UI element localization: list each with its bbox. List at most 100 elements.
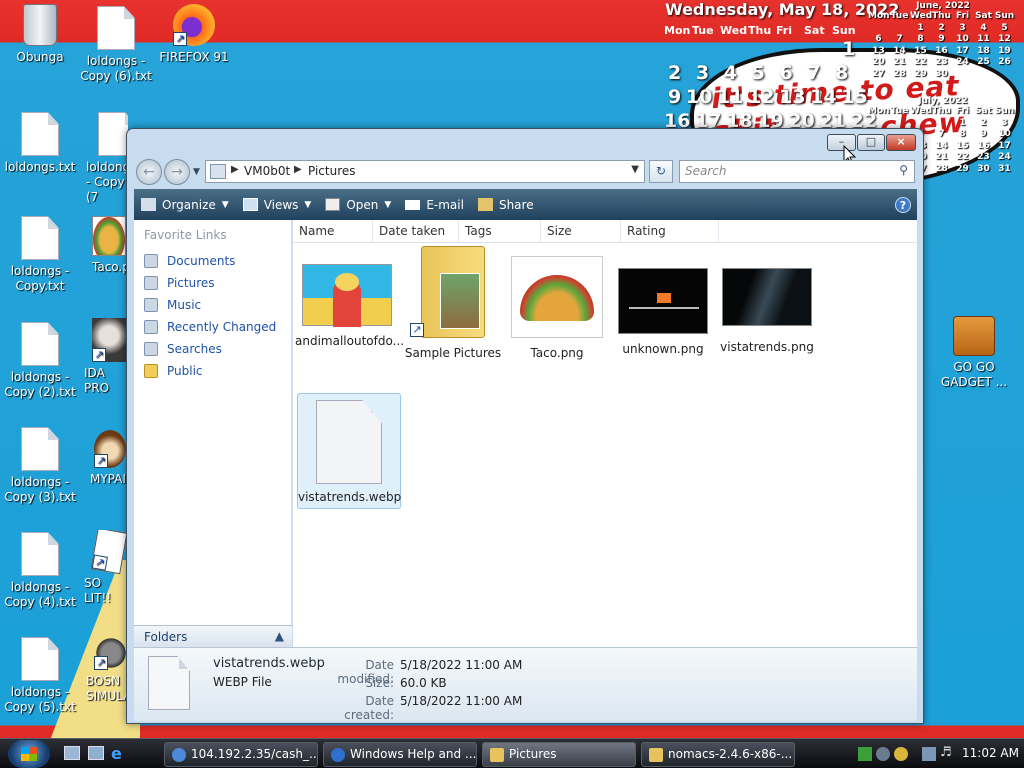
network-icon[interactable]	[922, 747, 936, 761]
mini-calendar-day: 20	[872, 57, 885, 67]
tray-app-icon[interactable]	[858, 747, 872, 761]
mini-calendar-day: 15	[956, 140, 969, 151]
task-browser[interactable]: 104.192.2.35/cash_...	[164, 742, 318, 767]
shortcut-arrow-icon: ↗	[173, 32, 187, 46]
recent-pages-icon[interactable]: ▼	[193, 167, 200, 177]
mini-calendar-weekday: Tue	[890, 106, 909, 116]
desktop-icon-firefox[interactable]: ↗ FIREFOX 91	[154, 4, 234, 65]
nav-recently-changed[interactable]: Recently Changed	[134, 316, 291, 338]
task-nomacs[interactable]: nomacs-2.4.6-x86-...	[641, 742, 795, 767]
ida-pro-icon: ↗	[92, 318, 126, 362]
file-item[interactable]: unknown.png	[611, 268, 715, 356]
details-pane: vistatrends.webp WEBP File Date modified…	[134, 647, 917, 722]
desktop-icon-mypaint[interactable]: ↗ MYPAI	[84, 430, 126, 487]
mini-calendar-day: 3	[959, 22, 966, 33]
desktop-icon-so-lit[interactable]: ↗ SO LIT!!	[80, 530, 126, 606]
desktop-icon-text-file[interactable]: loldongs - Copy (6).txt	[76, 6, 156, 84]
task-windows-help[interactable]: Windows Help and ...	[323, 742, 477, 767]
desktop-icon-gadget[interactable]: GO GO GADGET ...	[934, 316, 1014, 390]
mini-calendar-day	[889, 23, 910, 35]
share-button[interactable]: Share	[471, 189, 541, 220]
mini-calendar-day: 17	[956, 45, 969, 56]
breadcrumb-vm0b0t[interactable]: VM0b0t	[244, 164, 290, 178]
back-button[interactable]: ←	[136, 159, 162, 185]
nav-searches[interactable]: Searches	[134, 338, 291, 360]
desktop-icon-text-file[interactable]: loldongs - Copy.txt	[0, 216, 80, 294]
briefcase-icon	[953, 316, 995, 356]
desktop-icon-text-file[interactable]: loldongs - Copy (5).txt	[0, 637, 80, 715]
file-item[interactable]: vistatrends.png	[715, 268, 819, 354]
desktop-icon-text-file[interactable]: loldongs.txt	[0, 112, 80, 175]
shortcut-arrow-icon: ↗	[92, 348, 106, 362]
file-item[interactable]: ↗ Sample Pictures	[401, 246, 505, 360]
desktop-icon-ida-pro[interactable]: ↗ IDA PRO	[80, 318, 126, 396]
folders-toggle[interactable]: Folders ▲	[134, 625, 292, 647]
breadcrumb-arrow-icon: ▶	[294, 164, 302, 175]
mini-calendar-weekday: Sun	[994, 11, 1015, 21]
internet-explorer-icon[interactable]: e	[111, 744, 122, 763]
music-icon	[144, 298, 158, 312]
text-file-icon	[98, 112, 128, 156]
breadcrumb-pictures[interactable]: Pictures	[308, 164, 356, 178]
mini-calendar-day: 29	[914, 68, 927, 79]
text-file-icon	[21, 322, 59, 366]
mini-calendar-day: 30	[977, 163, 990, 174]
desktop-icon-text-file[interactable]: loldongs - Copy (7	[78, 112, 128, 205]
maximize-button[interactable]: □	[857, 134, 885, 151]
desktop-icon-bosn[interactable]: ↗ BOSN SIMULA	[82, 636, 126, 704]
close-button[interactable]: ×	[886, 134, 916, 151]
email-button[interactable]: E-mail	[398, 189, 471, 220]
tray-alert-icon[interactable]	[894, 747, 908, 761]
clock[interactable]: 11:02 AM	[962, 746, 1019, 760]
nav-public[interactable]: Public	[134, 360, 291, 382]
volume-icon[interactable]: ♬	[940, 745, 952, 760]
mini-calendar-day: 10	[998, 129, 1011, 139]
desktop-icon-text-file[interactable]: loldongs - Copy (4).txt	[0, 532, 80, 610]
taco-thumbnail	[511, 256, 603, 338]
open-button[interactable]: Open ▼	[318, 189, 398, 220]
text-file-icon	[21, 216, 59, 260]
column-size[interactable]: Size	[541, 220, 621, 242]
search-input[interactable]: Search ⚲	[679, 160, 915, 183]
favorite-links-header: Favorite Links	[144, 228, 227, 242]
nav-documents[interactable]: Documents	[134, 250, 291, 272]
start-button[interactable]	[8, 740, 50, 768]
pictures-icon	[144, 276, 158, 290]
desktop-icon-obunga[interactable]: Obunga	[0, 4, 80, 65]
nav-pictures[interactable]: Pictures	[134, 272, 291, 294]
calendar-day: 1	[842, 38, 856, 60]
folder-icon	[649, 748, 663, 762]
tray-sync-icon[interactable]	[876, 747, 890, 761]
mini-calendar-day: 8	[959, 129, 966, 139]
refresh-button[interactable]: ↻	[649, 160, 673, 183]
desktop-icon-taco[interactable]: Taco.p	[86, 216, 126, 275]
mini-calendar-day: 14	[893, 45, 906, 56]
organize-button[interactable]: Organize ▼	[134, 189, 236, 220]
column-rating[interactable]: Rating	[621, 220, 719, 242]
search-icon[interactable]: ⚲	[899, 163, 908, 177]
switch-windows-icon[interactable]	[88, 746, 104, 760]
show-desktop-icon[interactable]	[64, 746, 80, 760]
mini-calendar-day: 26	[998, 57, 1011, 67]
folder-icon	[490, 748, 504, 762]
text-file-icon	[21, 427, 59, 471]
column-tags[interactable]: Tags	[459, 220, 541, 242]
desktop-icon-text-file[interactable]: loldongs - Copy (3).txt	[0, 427, 80, 505]
folder-thumbnail: ↗	[410, 246, 485, 338]
help-icon[interactable]: ?	[895, 196, 911, 213]
mini-calendar-day: 23	[977, 152, 990, 162]
task-pictures[interactable]: Pictures	[482, 742, 636, 767]
file-item-selected[interactable]: vistatrends.webp	[297, 393, 401, 509]
vista-wallpaper-thumbnail	[722, 268, 812, 326]
desktop-icon-text-file[interactable]: loldongs - Copy (2).txt	[0, 322, 80, 400]
file-item[interactable]: Taco.png	[505, 256, 609, 360]
documents-icon	[144, 254, 158, 268]
column-name[interactable]: Name	[293, 220, 373, 242]
address-dropdown-icon[interactable]: ▼	[631, 164, 639, 175]
nav-music[interactable]: Music	[134, 294, 291, 316]
column-date-taken[interactable]: Date taken	[373, 220, 459, 242]
address-bar[interactable]: ▶ VM0b0t ▶ Pictures ▼	[205, 160, 645, 183]
forward-button[interactable]: →	[164, 159, 190, 185]
views-button[interactable]: Views ▼	[236, 189, 319, 220]
file-item[interactable]: andimalloutofdo...	[295, 264, 404, 348]
